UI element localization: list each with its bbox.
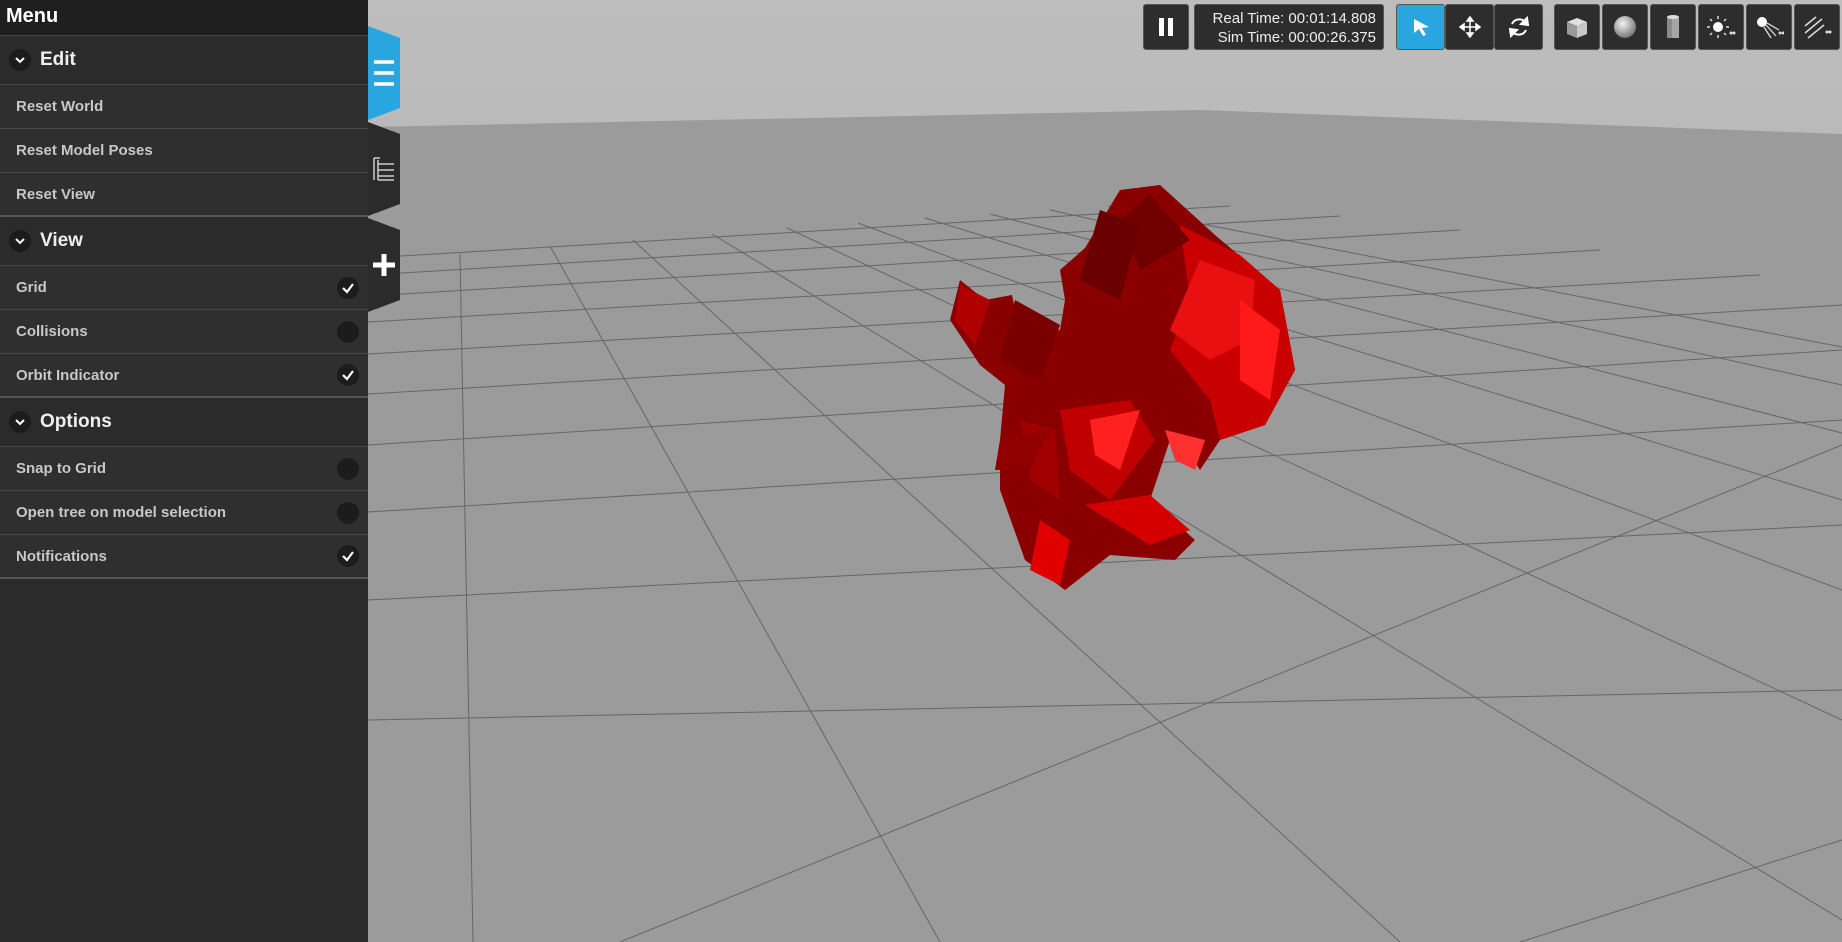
sidetab-insert[interactable] — [368, 218, 400, 312]
translate-mode-button[interactable] — [1445, 4, 1494, 50]
chevron-down-icon — [9, 411, 31, 433]
checkbox-checked-icon[interactable] — [337, 364, 359, 386]
spot-light-icon — [1757, 17, 1784, 39]
sim-time-label: Sim Time: 00:00:26.375 — [1217, 29, 1376, 46]
item-label: Notifications — [16, 547, 107, 565]
insert-box-button[interactable] — [1554, 4, 1600, 50]
chevron-down-icon — [9, 49, 31, 71]
checkbox-unchecked-icon[interactable] — [337, 320, 359, 343]
menu-item-snap-to-grid[interactable]: Snap to Grid — [0, 447, 368, 491]
directional-light-icon — [1804, 16, 1832, 39]
menu-item-collisions[interactable]: Collisions — [0, 310, 368, 354]
insert-sphere-button[interactable] — [1602, 4, 1648, 50]
item-label: Snap to Grid — [16, 460, 106, 477]
insert-directional-light-button[interactable] — [1794, 4, 1840, 50]
sidetab-menu[interactable] — [368, 26, 400, 120]
menu-title: Menu — [0, 0, 368, 36]
time-display: Real Time: 00:01:14.808 Sim Time: 00:00:… — [1194, 4, 1384, 50]
item-label: Collisions — [16, 323, 88, 340]
menu-item-grid[interactable]: Grid — [0, 266, 368, 310]
item-label: Reset View — [16, 185, 95, 203]
rotate-icon — [1508, 15, 1529, 39]
checkbox-checked-icon[interactable] — [337, 276, 359, 299]
point-light-icon — [1707, 16, 1736, 38]
chevron-down-icon — [9, 230, 31, 252]
menu-item-orbit-indicator[interactable]: Orbit Indicator — [0, 354, 368, 398]
select-mode-button[interactable] — [1396, 4, 1445, 50]
checkbox-unchecked-icon[interactable] — [337, 501, 359, 524]
menu-item-reset-view[interactable]: Reset View — [0, 173, 368, 217]
pause-button[interactable] — [1143, 4, 1189, 50]
section-edit-header[interactable]: Edit — [0, 36, 368, 85]
real-time-label: Real Time: 00:01:14.808 — [1212, 10, 1376, 27]
menu-item-open-tree[interactable]: Open tree on model selection — [0, 491, 368, 535]
select-arrow-icon — [1413, 19, 1429, 36]
side-menu-panel: Menu Edit Reset World Reset Model Poses … — [0, 0, 368, 942]
pause-icon — [1159, 18, 1173, 36]
menu-item-notifications[interactable]: Notifications — [0, 535, 368, 579]
sphere-icon — [1614, 16, 1636, 38]
item-label: Orbit Indicator — [16, 366, 120, 384]
menu-item-reset-model-poses[interactable]: Reset Model Poses — [0, 129, 368, 173]
insert-spot-light-button[interactable] — [1746, 4, 1792, 50]
section-options-title: Options — [40, 411, 112, 432]
cylinder-icon — [1667, 15, 1679, 38]
rotate-mode-button[interactable] — [1494, 4, 1543, 50]
section-view-title: View — [40, 230, 83, 251]
translate-icon — [1458, 16, 1481, 38]
section-edit-title: Edit — [40, 49, 76, 70]
item-label: Grid — [16, 279, 47, 296]
box-icon — [1567, 18, 1587, 38]
item-label: Reset Model Poses — [16, 142, 153, 159]
checkbox-checked-icon[interactable] — [337, 545, 359, 567]
item-label: Open tree on model selection — [16, 504, 227, 521]
insert-cylinder-button[interactable] — [1650, 4, 1696, 50]
insert-point-light-button[interactable] — [1698, 4, 1744, 50]
menu-item-reset-world[interactable]: Reset World — [0, 85, 368, 129]
item-label: Reset World — [16, 98, 104, 115]
sidetab-tree[interactable] — [368, 122, 400, 216]
checkbox-unchecked-icon[interactable] — [337, 457, 359, 480]
section-options-header[interactable]: Options — [0, 398, 368, 447]
section-view-header[interactable]: View — [0, 217, 368, 266]
